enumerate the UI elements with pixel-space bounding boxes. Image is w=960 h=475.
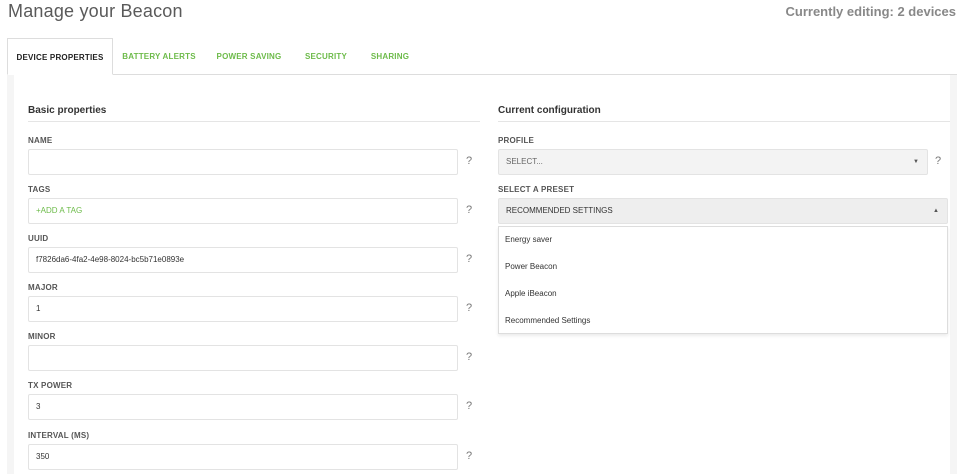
major-label: MAJOR bbox=[28, 283, 58, 292]
tab-security[interactable]: SECURITY bbox=[293, 38, 359, 75]
profile-help-icon[interactable]: ? bbox=[935, 155, 941, 167]
minor-label: MINOR bbox=[28, 332, 56, 341]
uuid-input[interactable]: f7826da6-4fa2-4e98-8024-bc5b71e0893e bbox=[28, 247, 458, 273]
preset-label: SELECT A PRESET bbox=[498, 185, 575, 194]
profile-label: PROFILE bbox=[498, 136, 535, 145]
preset-select-value: RECOMMENDED SETTINGS bbox=[506, 206, 613, 215]
preset-dropdown-menu: Energy saver Power Beacon Apple iBeacon … bbox=[498, 226, 948, 334]
profile-select[interactable]: SELECT... ▼ bbox=[498, 149, 928, 175]
chevron-up-icon: ▲ bbox=[933, 208, 939, 214]
current-configuration-title: Current configuration bbox=[498, 105, 601, 116]
tab-battery-alerts[interactable]: BATTERY ALERTS bbox=[113, 38, 205, 75]
name-label: NAME bbox=[28, 136, 53, 145]
page-title: Manage your Beacon bbox=[8, 1, 183, 21]
interval-label: INTERVAL (MS) bbox=[28, 431, 90, 440]
tab-sharing[interactable]: SHARING bbox=[359, 38, 421, 75]
uuid-help-icon[interactable]: ? bbox=[466, 253, 472, 265]
tags-label: TAGS bbox=[28, 185, 51, 194]
preset-option-power-beacon[interactable]: Power Beacon bbox=[505, 262, 557, 271]
header: Manage your Beacon Currently editing: 2 … bbox=[0, 0, 960, 30]
tx-power-help-icon[interactable]: ? bbox=[466, 400, 472, 412]
name-help-icon[interactable]: ? bbox=[466, 155, 472, 167]
tab-bar: DEVICE PROPERTIES BATTERY ALERTS POWER S… bbox=[7, 38, 957, 75]
major-help-icon[interactable]: ? bbox=[466, 302, 472, 314]
tab-device-properties[interactable]: DEVICE PROPERTIES bbox=[7, 38, 113, 75]
tab-power-saving[interactable]: POWER SAVING bbox=[205, 38, 293, 75]
tab-panel: Basic properties NAME ? TAGS +ADD A TAG … bbox=[7, 74, 957, 475]
name-input[interactable] bbox=[28, 149, 458, 175]
profile-select-value: SELECT... bbox=[506, 157, 543, 166]
tags-help-icon[interactable]: ? bbox=[466, 204, 472, 216]
uuid-label: UUID bbox=[28, 234, 49, 243]
interval-input[interactable]: 350 bbox=[28, 444, 458, 470]
add-tag-input[interactable]: +ADD A TAG bbox=[28, 198, 458, 224]
properties-card: Basic properties NAME ? TAGS +ADD A TAG … bbox=[14, 75, 950, 475]
minor-input[interactable] bbox=[28, 345, 458, 371]
tx-power-input[interactable]: 3 bbox=[28, 394, 458, 420]
major-input[interactable]: 1 bbox=[28, 296, 458, 322]
current-configuration-divider bbox=[498, 121, 950, 122]
tx-power-label: TX POWER bbox=[28, 381, 73, 390]
editing-status: Currently editing: 2 devices bbox=[785, 4, 957, 19]
preset-select[interactable]: RECOMMENDED SETTINGS ▲ bbox=[498, 198, 948, 224]
chevron-down-icon: ▼ bbox=[913, 159, 919, 165]
basic-properties-divider bbox=[28, 121, 480, 122]
preset-option-recommended-settings[interactable]: Recommended Settings bbox=[505, 316, 590, 325]
minor-help-icon[interactable]: ? bbox=[466, 351, 472, 363]
basic-properties-title: Basic properties bbox=[28, 105, 107, 116]
interval-help-icon[interactable]: ? bbox=[466, 450, 472, 462]
preset-option-apple-ibeacon[interactable]: Apple iBeacon bbox=[505, 289, 557, 298]
preset-option-energy-saver[interactable]: Energy saver bbox=[505, 235, 552, 244]
